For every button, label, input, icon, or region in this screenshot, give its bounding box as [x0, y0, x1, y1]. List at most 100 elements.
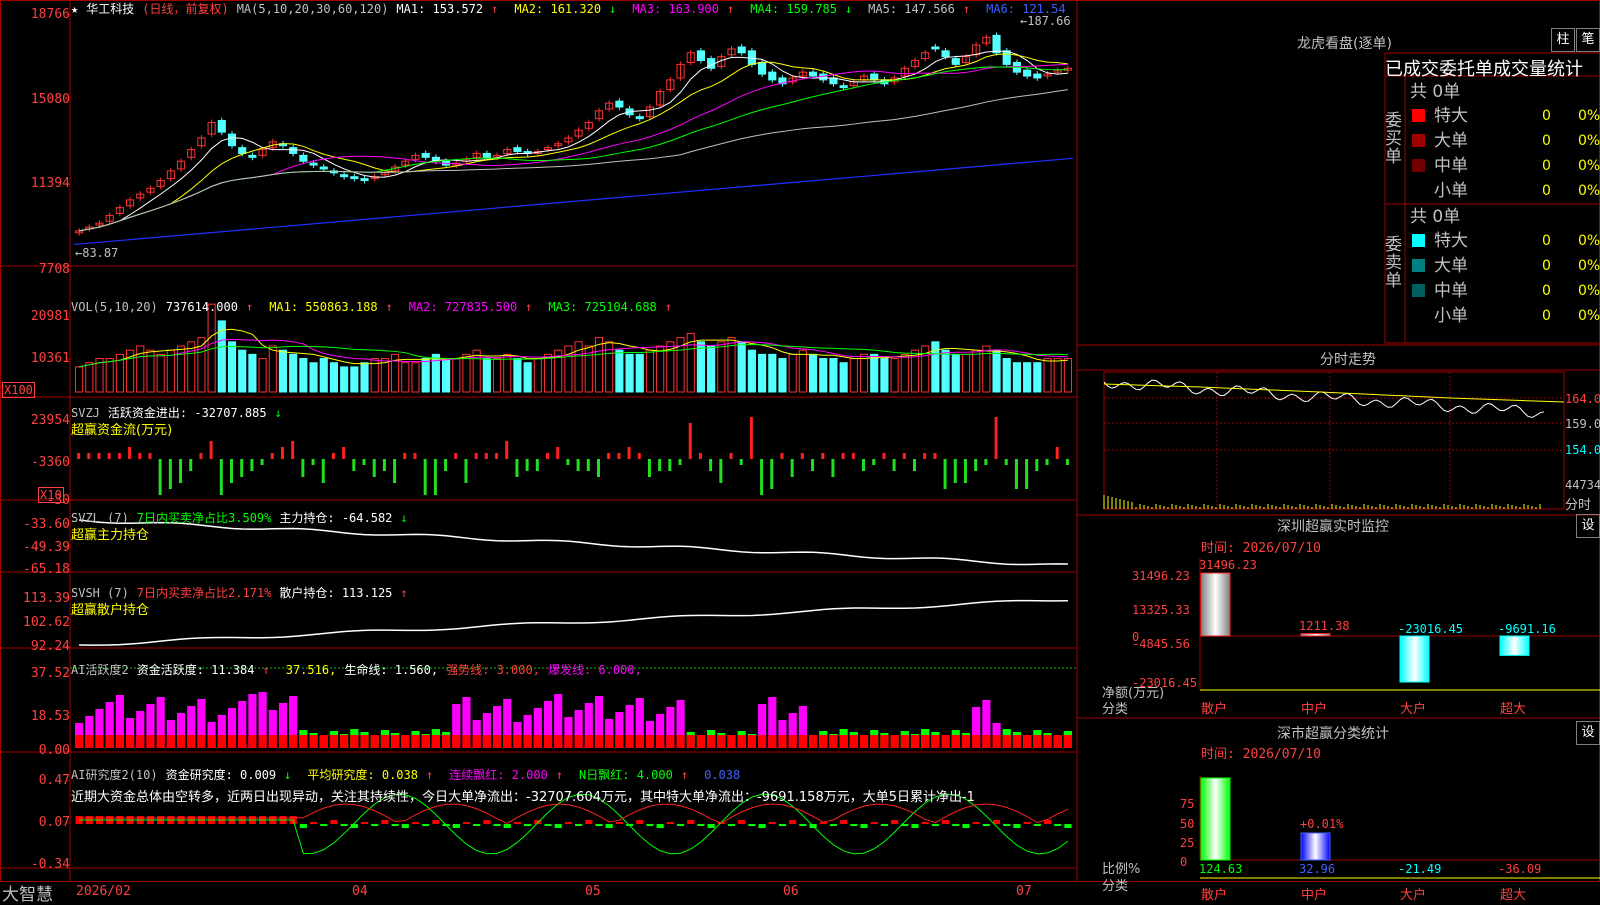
row-name-buy-0: 特大 [1434, 106, 1468, 126]
ai2-bar [330, 820, 338, 824]
vol-bar [778, 358, 787, 393]
flow-bar [342, 447, 346, 459]
ai1-base [523, 735, 532, 748]
y-tick-6-2: -0.34 [30, 857, 70, 872]
sz-value-2: -23016.45 [1398, 622, 1464, 636]
candle [309, 162, 318, 166]
vol-bar [166, 349, 175, 393]
ai1-base [564, 735, 573, 748]
ai1-base [95, 735, 104, 748]
vol-bar [85, 362, 94, 393]
flow-bar [912, 459, 916, 471]
candle [1033, 73, 1042, 79]
row-pct-buy-0: 0% [1578, 108, 1600, 124]
flow-bar [1014, 459, 1018, 489]
stat-settings-button[interactable]: 设 [1576, 721, 1600, 745]
flow-bar [933, 453, 937, 459]
swatch-sell-2 [1412, 284, 1425, 297]
ai1-base [747, 735, 756, 748]
row-count-sell-1: 0 [1542, 258, 1551, 274]
flow-bar [1045, 459, 1049, 465]
ai2-bar [829, 824, 838, 826]
vol-bar [594, 337, 604, 393]
flow-bar [240, 459, 244, 477]
flow-bar [709, 459, 713, 471]
ai1-base [737, 735, 746, 748]
flow-bar [1065, 459, 1069, 465]
ai1-base [115, 735, 124, 748]
ai1-base [1033, 735, 1042, 748]
stock-name[interactable]: 华工科技 [86, 2, 134, 16]
flow-bar [1055, 447, 1059, 459]
ai2-bar [982, 824, 990, 826]
vol-bar [289, 353, 298, 393]
flow-bar [393, 459, 397, 483]
ai2-bar [360, 822, 369, 824]
tick-mode-button[interactable]: 笔 [1576, 28, 1600, 52]
ai1-base [105, 735, 114, 748]
ai1-base [431, 735, 440, 748]
row-count-sell-3: 0 [1542, 308, 1551, 324]
ai1-base [686, 735, 695, 748]
sell-total: 共 0单 [1410, 207, 1461, 227]
svsh-value: 散户持仓: 113.125 ↑ [279, 586, 408, 600]
ai2-bar [880, 824, 888, 826]
sz-value-1: 1211.38 [1299, 618, 1350, 633]
row-name-buy-2: 中单 [1434, 156, 1468, 176]
vol-bar [543, 353, 553, 393]
ai1-base [727, 735, 736, 748]
vol-bar [421, 358, 430, 393]
candle [299, 154, 308, 162]
candle [350, 176, 359, 180]
stat-cat-3: 超大 [1500, 888, 1527, 903]
ai2-title: AI研究度2(10) [71, 768, 158, 782]
candle [360, 178, 369, 182]
ai2-v5: 0.038 [704, 768, 741, 782]
flow-bar [291, 441, 295, 459]
ai2-bar [585, 820, 593, 824]
flow-bar [280, 447, 284, 459]
bar-mode-button[interactable]: 柱 [1551, 28, 1575, 52]
y-tick-2-0: 23954 [30, 413, 70, 428]
ai2-bar [605, 824, 613, 828]
flow-bar [729, 453, 733, 459]
flow-bar [433, 459, 437, 495]
row-pct-sell-3: 0% [1578, 308, 1600, 324]
ai1-base [238, 735, 247, 748]
ai1-base [1012, 735, 1022, 748]
vol-bar [350, 366, 359, 393]
ai1-base [136, 735, 145, 748]
sz-settings-button[interactable]: 设 [1576, 514, 1600, 538]
flow-bar [260, 459, 264, 465]
stat-ytick-3: 0 [1180, 855, 1188, 869]
row-count-sell-2: 0 [1542, 283, 1551, 299]
stat-cat-1: 中户 [1301, 888, 1328, 903]
flow-bar [189, 459, 193, 471]
ai1-base [870, 735, 879, 748]
vol-bar [972, 349, 981, 393]
ai1-base [594, 735, 604, 748]
y-tick-4-2: 92.24 [30, 639, 70, 654]
ai2-bar [513, 822, 522, 824]
candle [227, 133, 237, 147]
ai1-base [768, 735, 777, 748]
row-name-buy-1: 大单 [1434, 131, 1468, 151]
svzj-title: SVZJ [71, 406, 100, 420]
ai2-bar [1023, 822, 1031, 824]
ai1-base [951, 735, 960, 748]
row-pct-buy-2: 0% [1578, 158, 1600, 174]
period-mode[interactable]: (日线，前复权) [142, 2, 228, 16]
vol-ma-2 [78, 344, 1068, 368]
outer-frame [0, 0, 1600, 882]
vol-bar [503, 353, 512, 393]
ai2-bar [911, 824, 919, 828]
vol-bar [187, 341, 196, 393]
x-label-4: 07 [1016, 884, 1032, 899]
flow-bar [698, 453, 702, 459]
vol-bar [482, 358, 491, 393]
candle [1002, 50, 1011, 65]
flow-bar [974, 459, 978, 471]
ai2-bar [656, 824, 664, 828]
ai2-bar [554, 824, 562, 828]
sz-cat-label: 分类 [1102, 702, 1129, 717]
